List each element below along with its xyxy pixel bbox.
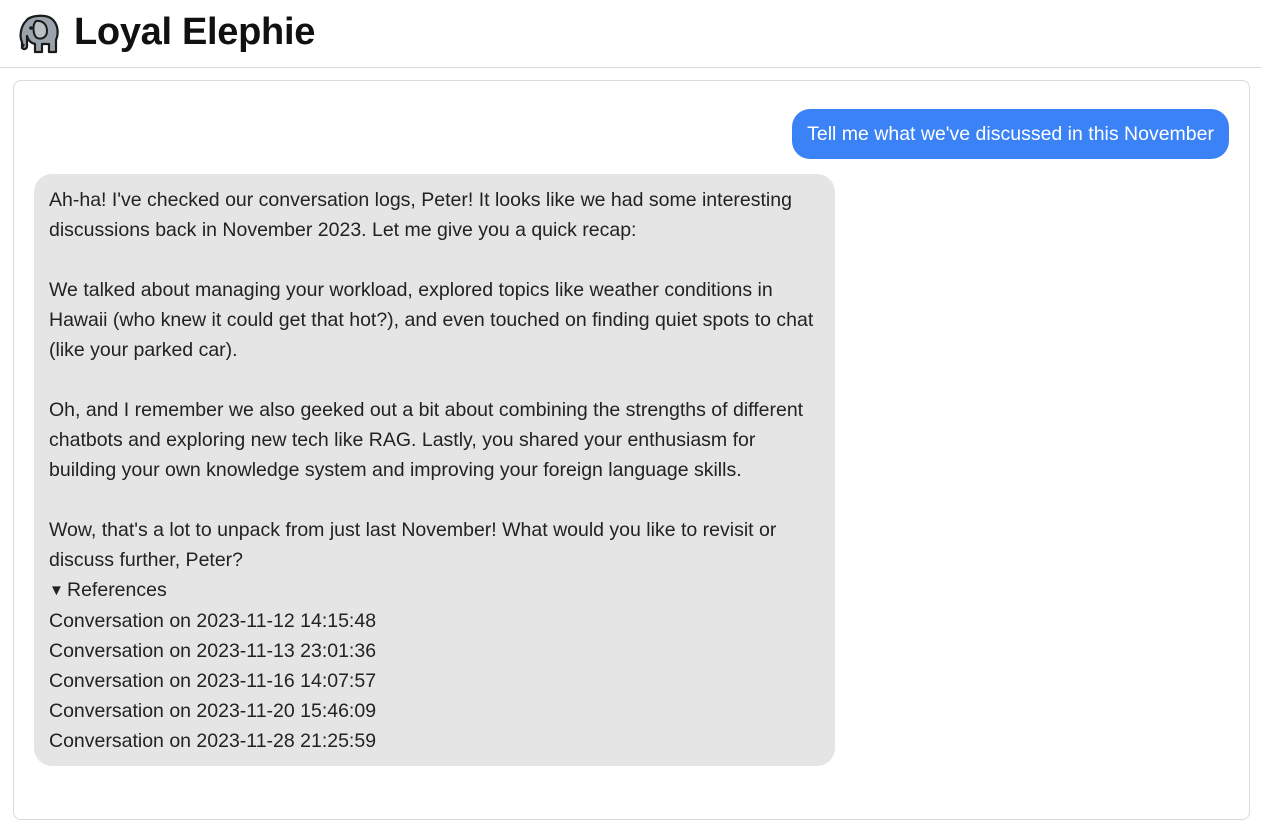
app-header: Loyal Elephie	[0, 0, 1261, 68]
reference-item: Conversation on 2023-11-12 14:15:48	[49, 610, 377, 632]
assistant-paragraph: Oh, and I remember we also geeked out a …	[49, 399, 804, 481]
references-list: Conversation on 2023-11-12 14:15:48 Conv…	[49, 606, 820, 756]
reference-item: Conversation on 2023-11-13 23:01:36	[49, 640, 377, 662]
assistant-paragraph: Ah-ha! I've checked our conversation log…	[49, 189, 792, 241]
references-toggle[interactable]: ▼ References	[49, 575, 820, 606]
reference-item: Conversation on 2023-11-16 14:07:57	[49, 670, 377, 692]
assistant-paragraph: Wow, that's a lot to unpack from just la…	[49, 519, 777, 571]
assistant-paragraph: We talked about managing your workload, …	[49, 279, 814, 361]
chat-panel: Tell me what we've discussed in this Nov…	[13, 80, 1250, 820]
references-label: References	[67, 579, 167, 601]
elephant-icon	[19, 14, 59, 54]
reference-item: Conversation on 2023-11-20 15:46:09	[49, 700, 377, 722]
user-message-bubble: Tell me what we've discussed in this Nov…	[792, 109, 1229, 159]
triangle-down-icon: ▼	[49, 582, 64, 599]
app-title: Loyal Elephie	[74, 11, 316, 53]
reference-item: Conversation on 2023-11-28 21:25:59	[49, 730, 377, 752]
assistant-message-bubble: Ah-ha! I've checked our conversation log…	[34, 174, 835, 766]
